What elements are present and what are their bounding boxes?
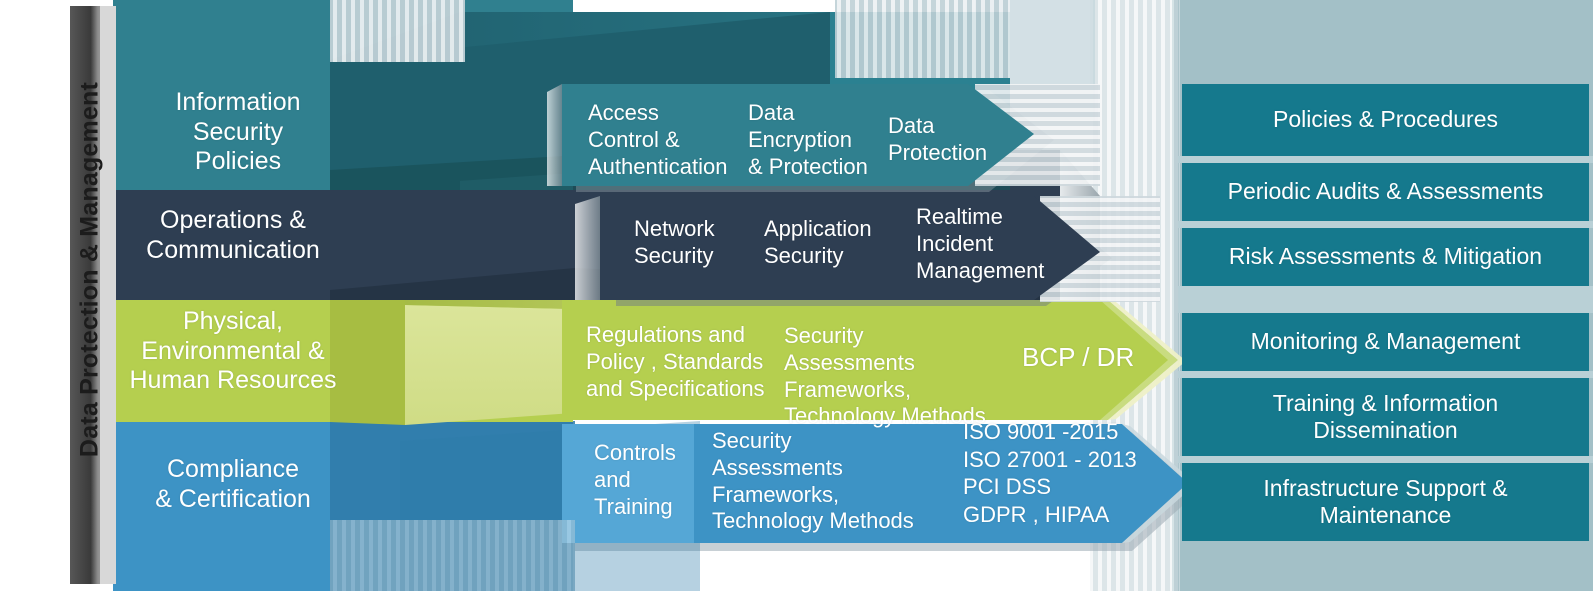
line: Application — [764, 216, 872, 241]
line: Environmental & — [141, 336, 325, 365]
label: Maintenance — [1319, 502, 1452, 528]
step-access-control-authentication[interactable]: Access Control & Authentication — [588, 100, 748, 180]
line: Physical, — [182, 307, 284, 335]
line: BCP / DR — [1022, 342, 1135, 372]
line: and — [594, 466, 631, 492]
line: Access — [588, 100, 659, 125]
step-standards-list[interactable]: ISO 9001 -2015 ISO 27001 - 2013 PCI DSS … — [963, 418, 1143, 529]
vertical-axis-label: Data Protection & Management — [75, 81, 104, 458]
step-bcp-dr[interactable]: BCP / DR — [1022, 342, 1172, 373]
line: Realtime — [916, 204, 1003, 229]
step-security-assessments-frameworks[interactable]: Security Assessments Frameworks, Technol… — [784, 323, 994, 430]
navy-left-3d — [575, 196, 600, 300]
line: Data — [748, 100, 795, 125]
outcome-infrastructure-support-maintenance[interactable]: Infrastructure Support & Maintenance — [1182, 463, 1589, 541]
step-security-assessments-frameworks-2[interactable]: Security Assessments Frameworks, Technol… — [712, 428, 922, 535]
step-data-protection[interactable]: Data Protection — [888, 113, 1018, 167]
line: Incident — [916, 230, 994, 256]
line: Operations & — [160, 206, 306, 234]
panel-stripe-1 — [1178, 221, 1593, 228]
line: Protection — [888, 139, 988, 165]
line: Data — [888, 113, 935, 138]
panel-stripe-3 — [1178, 371, 1593, 378]
outcome-policies-procedures[interactable]: Policies & Procedures — [1182, 84, 1589, 156]
line: Policies — [194, 147, 282, 175]
line: Security Assessments — [784, 323, 915, 375]
line: GDPR , HIPAA — [963, 502, 1110, 528]
line: Management — [916, 257, 1045, 283]
line: Compliance — [166, 455, 299, 483]
panel-stripe-4 — [1178, 456, 1593, 463]
label: Policies & Procedures — [1273, 106, 1498, 133]
line: Controls — [594, 440, 676, 465]
panel-stripe-0 — [1178, 156, 1593, 163]
line: PCI DSS — [963, 474, 1052, 500]
line: Communication — [146, 235, 320, 264]
panel-stripe-2 — [1178, 286, 1593, 313]
diagram-canvas: Data Protection & Management Information… — [0, 0, 1593, 591]
line: Frameworks, — [712, 481, 840, 507]
line: Technology Methods — [712, 508, 914, 534]
step-data-encryption-protection[interactable]: Data Encryption & Protection — [748, 100, 898, 180]
line: & Protection — [748, 153, 868, 179]
line: ISO 27001 - 2013 — [963, 446, 1137, 472]
line: Security — [634, 242, 714, 268]
line: Network — [634, 216, 715, 241]
teal-arrow-left-3d — [547, 84, 562, 186]
line: and Specifications — [586, 375, 765, 401]
outcome-monitoring-management[interactable]: Monitoring & Management — [1182, 313, 1589, 371]
line: ISO 9001 -2015 — [963, 419, 1119, 444]
line: Regulations and — [586, 322, 746, 347]
line: Frameworks, — [784, 376, 912, 402]
line: Security — [764, 242, 844, 268]
line: Information — [175, 88, 301, 116]
line: Training — [594, 493, 673, 519]
step-controls-and-training[interactable]: Controls and Training — [594, 440, 704, 520]
blue-bottom-texture — [330, 520, 575, 591]
teal-top-texture-left — [330, 0, 465, 62]
step-network-security[interactable]: Network Security — [634, 216, 774, 270]
label: Training & Information — [1272, 389, 1499, 416]
step-realtime-incident-management[interactable]: Realtime Incident Management — [916, 204, 1076, 284]
line: Control & — [588, 126, 680, 152]
label: Infrastructure Support & — [1263, 474, 1508, 501]
line: & Certification — [155, 484, 311, 513]
label: Risk Assessments & Mitigation — [1228, 243, 1543, 270]
outcome-training-information-dissemination[interactable]: Training & Information Dissemination — [1182, 378, 1589, 456]
line: Human Resources — [129, 366, 337, 394]
line: Policy , Standards — [586, 348, 764, 374]
step-regulations-policy-standards[interactable]: Regulations and Policy , Standards and S… — [586, 322, 766, 402]
line: Security — [192, 117, 284, 146]
step-application-security[interactable]: Application Security — [764, 216, 914, 270]
label: Periodic Audits & Assessments — [1227, 178, 1544, 205]
category-label-information-security-policies[interactable]: Information Security Policies — [118, 88, 358, 177]
category-label-physical-environmental-hr[interactable]: Physical, Environmental & Human Resource… — [113, 307, 353, 396]
line: Authentication — [588, 153, 728, 179]
category-label-operations-communication[interactable]: Operations & Communication — [113, 206, 353, 265]
outcome-risk-assessments-mitigation[interactable]: Risk Assessments & Mitigation — [1182, 228, 1589, 286]
category-label-compliance-certification[interactable]: Compliance & Certification — [113, 455, 353, 514]
outcome-periodic-audits-assessments[interactable]: Periodic Audits & Assessments — [1182, 163, 1589, 221]
teal-top-texture-right — [835, 0, 1010, 78]
label: Dissemination — [1313, 417, 1458, 443]
line: Encryption — [748, 126, 852, 152]
line: Security Assessments — [712, 428, 843, 480]
label: Monitoring & Management — [1250, 328, 1521, 355]
